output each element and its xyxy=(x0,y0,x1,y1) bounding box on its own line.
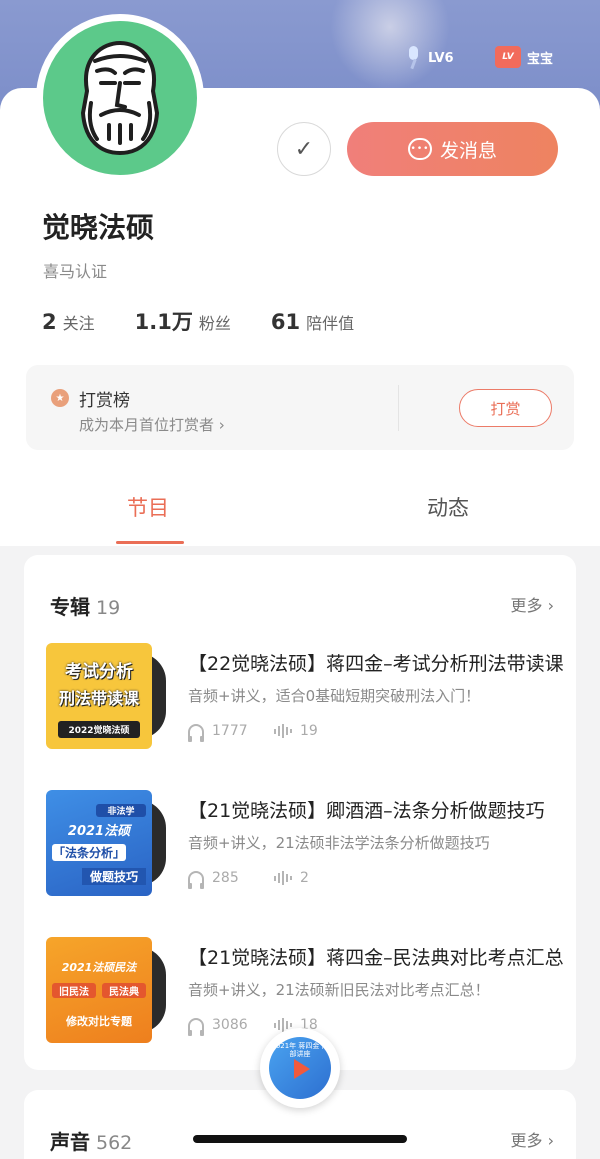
star-icon: ★ xyxy=(51,389,69,407)
stat-companion[interactable]: 61 陪伴值 xyxy=(271,310,354,334)
level-badge[interactable]: LV6 xyxy=(404,46,454,70)
tag-badge[interactable]: LV 宝宝 xyxy=(495,46,553,68)
audio-wave-icon xyxy=(274,724,292,738)
stat-value: 2 xyxy=(42,310,57,334)
album-description: 音频+讲义，21法硕非法学法条分析做题技巧 xyxy=(188,834,490,852)
cover-text: 刑法带读课 xyxy=(58,689,139,708)
albums-count: 19 xyxy=(96,597,121,619)
reward-subtitle[interactable]: 成为本月首位打赏者 › xyxy=(79,414,225,435)
cover-text: 考试分析 xyxy=(65,662,133,682)
cover-text: 2022觉晓法硕 xyxy=(58,721,140,738)
divider xyxy=(398,385,399,431)
albums-section: 专辑 19 更多 › 考试分析 刑法带读课 2022觉晓法硕 【22觉晓法硕】蒋四… xyxy=(24,555,576,1070)
album-description: 音频+讲义，21法硕新旧民法对比考点汇总！ xyxy=(188,981,490,999)
cover-text: 做题技巧 xyxy=(82,868,146,885)
tab-dynamics[interactable]: 动态 xyxy=(427,492,469,522)
voices-count: 562 xyxy=(96,1132,133,1154)
album-meta: 3086 18 xyxy=(188,1017,360,1036)
reward-button[interactable]: 打赏 xyxy=(459,389,552,427)
cover-text: 非法学 xyxy=(96,804,146,817)
album-meta: 285 2 xyxy=(188,870,360,889)
headphone-icon xyxy=(188,724,204,742)
album-title[interactable]: 【21觉晓法硕】卿酒酒–法条分析做题技巧 xyxy=(188,796,564,823)
albums-more-link[interactable]: 更多 › xyxy=(511,592,555,616)
reward-title: 打赏榜 xyxy=(79,391,130,411)
check-icon: ✓ xyxy=(294,136,314,162)
album-item[interactable]: 非法学 2021法硕 「法条分析」 做题技巧 【21觉晓法硕】卿酒酒–法条分析做… xyxy=(46,790,566,896)
stat-label: 粉丝 xyxy=(198,314,231,333)
cover-text: 修改对比专题 xyxy=(66,1015,132,1028)
tag-label: 宝宝 xyxy=(527,51,554,67)
headphone-icon xyxy=(188,1018,204,1036)
mini-player-cover-text: 2021年 蒋四金 内部讲座 xyxy=(271,1042,329,1058)
album-item[interactable]: 2021法硕民法 旧民法 民法典 修改对比专题 【21觉晓法硕】蒋四金–民法典对… xyxy=(46,937,566,1043)
track-count: 2 xyxy=(300,870,309,886)
album-cover: 2021法硕民法 旧民法 民法典 修改对比专题 xyxy=(46,937,152,1043)
albums-title-label: 专辑 xyxy=(50,595,90,619)
mini-player-cover: 2021年 蒋四金 内部讲座 xyxy=(269,1037,331,1099)
play-count: 285 xyxy=(212,870,239,886)
reward-ranking[interactable]: ★ 打赏榜 成为本月首位打赏者 › 打赏 xyxy=(26,365,574,450)
play-icon[interactable] xyxy=(294,1059,310,1079)
stat-label: 关注 xyxy=(62,314,95,333)
cover-text: 民法典 xyxy=(102,983,146,998)
bearded-face-icon xyxy=(81,41,159,155)
album-cover: 考试分析 刑法带读课 2022觉晓法硕 xyxy=(46,643,152,749)
cover-text: 2021法硕民法 xyxy=(61,961,137,974)
tab-programs[interactable]: 节目 xyxy=(127,492,169,522)
stat-value: 1.1万 xyxy=(134,310,193,334)
album-description: 音频+讲义，适合0基础短期突破刑法入门！ xyxy=(188,687,481,705)
album-item[interactable]: 考试分析 刑法带读课 2022觉晓法硕 【22觉晓法硕】蒋四金–考试分析刑法带读… xyxy=(46,643,566,749)
microphone-icon xyxy=(404,46,422,70)
avatar[interactable] xyxy=(36,14,204,182)
play-count: 3086 xyxy=(212,1017,248,1033)
follow-button[interactable]: ✓ xyxy=(277,122,331,176)
stat-fans[interactable]: 1.1万 粉丝 xyxy=(135,306,231,336)
tab-bar: 节目 动态 xyxy=(0,478,600,546)
headphone-icon xyxy=(188,871,204,889)
album-title[interactable]: 【22觉晓法硕】蒋四金–考试分析刑法带读课 xyxy=(188,649,564,676)
lv-tag-icon: LV xyxy=(495,46,521,68)
stat-value: 61 xyxy=(270,310,301,334)
album-cover: 非法学 2021法硕 「法条分析」 做题技巧 xyxy=(46,790,152,896)
active-tab-indicator xyxy=(116,541,184,544)
audio-wave-icon xyxy=(274,871,292,885)
album-title[interactable]: 【21觉晓法硕】蒋四金–民法典对比考点汇总 xyxy=(188,943,564,970)
track-count: 19 xyxy=(300,723,318,739)
send-message-button[interactable]: ••• 发消息 xyxy=(347,122,558,176)
profile-stats: 2 关注 1.1万 粉丝 61 陪伴值 xyxy=(42,306,354,336)
send-message-label: 发消息 xyxy=(439,139,497,162)
cover-text: 旧民法 xyxy=(52,983,96,998)
stat-label: 陪伴值 xyxy=(306,314,355,333)
stat-following[interactable]: 2 关注 xyxy=(42,310,95,334)
profile-name: 觉晓法硕 xyxy=(42,211,155,244)
banner-figure xyxy=(330,0,450,90)
verification-label: 喜马认证 xyxy=(43,262,108,281)
level-label: LV6 xyxy=(428,50,454,66)
cover-text: 「法条分析」 xyxy=(52,844,126,861)
voices-title: 声音 562 xyxy=(50,1126,132,1155)
mini-player[interactable]: 2021年 蒋四金 内部讲座 xyxy=(260,1028,340,1108)
play-count: 1777 xyxy=(212,723,248,739)
cover-text: 2021法硕 xyxy=(67,824,131,839)
home-indicator[interactable] xyxy=(193,1135,407,1143)
voices-title-label: 声音 xyxy=(50,1130,90,1154)
album-meta: 1777 19 xyxy=(188,723,360,742)
chat-bubble-icon: ••• xyxy=(407,138,432,160)
albums-title: 专辑 19 xyxy=(50,591,120,620)
voices-more-link[interactable]: 更多 › xyxy=(511,1127,555,1151)
